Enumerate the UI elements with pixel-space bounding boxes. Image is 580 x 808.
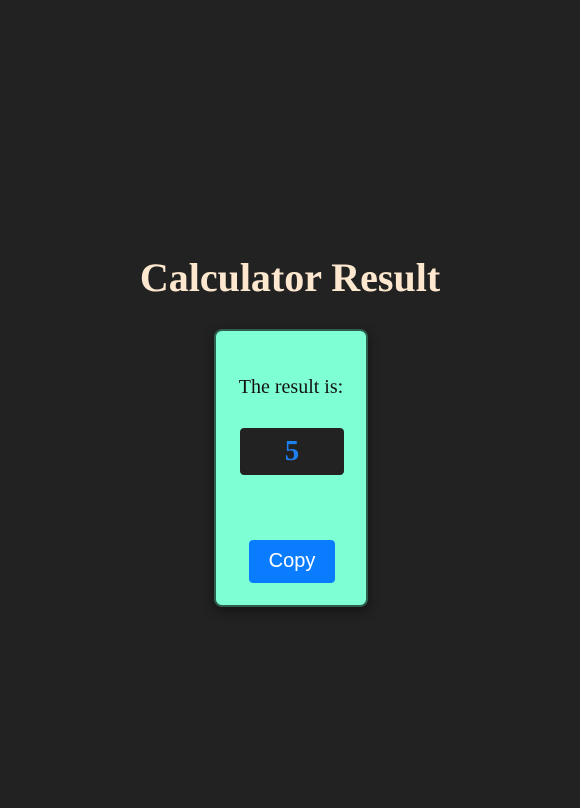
page: Calculator Result The result is: 5 Copy [0,0,580,808]
result-card: The result is: 5 Copy [214,329,368,607]
result-value: 5 [240,428,344,475]
result-label: The result is: [238,376,344,398]
page-title: Calculator Result [139,255,441,300]
copy-button[interactable]: Copy [249,540,335,583]
